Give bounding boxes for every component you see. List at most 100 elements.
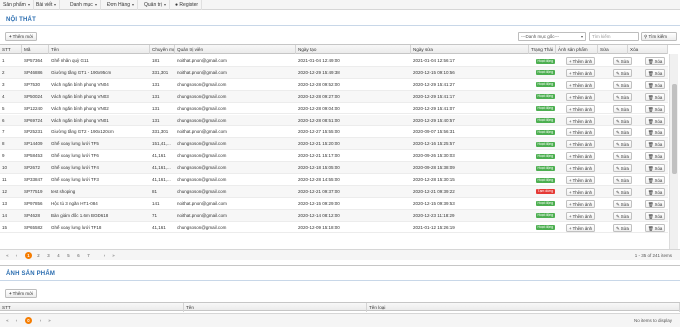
page-number-1[interactable]: 1 (25, 252, 32, 259)
add-image-button[interactable]: +Thêm mới (5, 289, 38, 298)
delete-button[interactable]: 🗑 Xóa (645, 68, 666, 77)
column-header-stt[interactable]: STT (0, 45, 22, 54)
page-number-2[interactable]: 2 (35, 252, 42, 259)
table-row[interactable]: 1 SP57364 Ghế nhân quỳ G11 181 noithat.pnon@… (0, 55, 668, 67)
delete-button[interactable]: 🗑 Xóa (645, 176, 666, 184)
delete-button[interactable]: 🗑 Xóa (645, 140, 666, 149)
edit-button[interactable]: ✎ Sửa (613, 152, 632, 161)
column-header-status[interactable]: Trạng Thái (529, 45, 556, 54)
table-row[interactable]: 2 SP46886 Giường tầng GT1 - 190x95cm 331,30… (0, 66, 668, 79)
delete-button[interactable]: 🗑 Xóa (645, 211, 666, 220)
table-row[interactable]: 5 SP12240 Vách ngăn bình phong VN02 131 chun… (0, 103, 668, 115)
first-page-icon[interactable]: « (4, 317, 11, 324)
delete-button[interactable]: 🗑 Xóa (645, 164, 666, 173)
add-image-button[interactable]: + Thêm ảnh (566, 152, 595, 161)
table-row[interactable]: 3 SP7530 Vách ngăn bình phong VN04 131 chung… (0, 79, 668, 91)
add-image-button[interactable]: + Thêm ảnh (566, 104, 595, 113)
edit-button[interactable]: ✎ Sửa (613, 104, 632, 113)
nav-menu-products[interactable]: Sản phẩm (0, 0, 34, 10)
search-button[interactable]: ⚲ Tìm kiếm (641, 32, 677, 41)
add-image-button[interactable]: + Thêm ảnh (566, 57, 595, 65)
nav-menu-categories[interactable]: Danh mục (67, 0, 101, 10)
edit-button[interactable]: ✎ Sửa (613, 80, 632, 89)
delete-button[interactable]: 🗑 Xóa (645, 92, 666, 101)
table-row[interactable]: 14 SP4628 Bàn giám đốc 1.6m BGĐ618 71 noitha… (0, 209, 668, 222)
edit-button[interactable]: ✎ Sửa (613, 164, 632, 173)
column-header-name[interactable]: Tên (49, 45, 150, 54)
delete-button[interactable]: 🗑 Xóa (645, 80, 666, 89)
vertical-scrollbar[interactable] (669, 54, 678, 254)
table-row[interactable]: 15 SP65582 Ghế xoay lưng lưới TF18 41,161 ch… (0, 222, 668, 234)
column-header-stt[interactable]: STT (0, 303, 184, 312)
add-image-button[interactable]: + Thêm ảnh (566, 68, 595, 77)
add-product-button[interactable]: +Thêm mới (5, 32, 38, 41)
add-image-button[interactable]: + Thêm ảnh (566, 92, 595, 101)
delete-button[interactable]: 🗑 Xóa (645, 116, 666, 125)
category-select[interactable]: ---Danh mục gốc--- (518, 32, 586, 41)
column-header-admin[interactable]: Quản trị viên (175, 45, 296, 54)
add-image-button[interactable]: + Thêm ảnh (566, 140, 595, 149)
edit-button[interactable]: ✎ Sửa (613, 140, 632, 149)
page-number-5[interactable]: 5 (65, 252, 72, 259)
add-image-button[interactable]: + Thêm ảnh (566, 187, 595, 196)
table-row[interactable]: 4 SP50024 Vách ngăn bình phong VN03 131 chun… (0, 90, 668, 103)
last-page-icon[interactable]: » (110, 252, 117, 259)
edit-button[interactable]: ✎ Sửa (613, 223, 632, 232)
page-number-6[interactable]: 6 (75, 252, 82, 259)
column-header-images[interactable]: Ảnh sản phẩm (556, 45, 598, 54)
first-page-icon[interactable]: « (4, 252, 11, 259)
scrollbar-thumb[interactable] (672, 84, 677, 174)
add-image-button[interactable]: + Thêm ảnh (566, 176, 595, 184)
search-input[interactable]: Tìm kiếm (589, 32, 639, 41)
next-page-icon[interactable]: › (37, 317, 44, 324)
next-page-icon[interactable]: › (101, 252, 108, 259)
add-image-button[interactable]: + Thêm ảnh (566, 223, 595, 232)
add-image-button[interactable]: + Thêm ảnh (566, 128, 595, 137)
delete-button[interactable]: 🗑 Xóa (645, 187, 666, 196)
prev-page-icon[interactable]: ‹ (13, 252, 20, 259)
edit-button[interactable]: ✎ Sửa (613, 116, 632, 125)
column-header-type[interactable]: Tên loại (367, 303, 680, 312)
prev-page-icon[interactable]: ‹ (13, 317, 20, 324)
edit-button[interactable]: ✎ Sửa (613, 187, 632, 196)
delete-button[interactable]: 🗑 Xóa (645, 199, 666, 208)
column-header-edit[interactable]: Sửa (598, 45, 628, 54)
column-header-code[interactable]: Mã (22, 45, 49, 54)
page-number-current[interactable]: 0 (25, 317, 32, 324)
page-number-3[interactable]: 3 (45, 252, 52, 259)
nav-menu-posts[interactable]: Bài viết (33, 0, 61, 10)
edit-button[interactable]: ✎ Sửa (613, 211, 632, 220)
column-header-delete[interactable]: Xóa (628, 45, 668, 54)
delete-button[interactable]: 🗑 Xóa (645, 152, 666, 161)
add-image-button[interactable]: + Thêm ảnh (566, 116, 595, 125)
edit-button[interactable]: ✎ Sửa (613, 92, 632, 101)
column-header-category[interactable]: Chuyên mục (150, 45, 175, 54)
table-row[interactable]: 11 SP33847 Ghế xoay lưng lưới TF3 41,161,..… (0, 174, 668, 186)
edit-button[interactable]: ✎ Sửa (613, 57, 632, 65)
edit-button[interactable]: ✎ Sửa (613, 176, 632, 184)
column-header-modified[interactable]: Ngày sửa (411, 45, 529, 54)
column-header-created[interactable]: Ngày tạo (296, 45, 411, 54)
table-row[interactable]: 6 SP69724 Vách ngăn bình phong VN01 131 chun… (0, 114, 668, 127)
table-row[interactable]: 13 SP97856 Hộc tủ 3 ngăn HT1-084 141 noithat… (0, 198, 668, 210)
table-row[interactable]: 9 SP58453 Ghế xoay lưng lưới TF6 41,161 chun… (0, 150, 668, 163)
table-row[interactable]: 8 SP14409 Ghế xoay lưng lưới TF5 151,41,...… (0, 138, 668, 151)
page-number-7[interactable]: 7 (85, 252, 92, 259)
table-row[interactable]: 12 SP77519 test shoping 81 chungsoson@gmail.… (0, 185, 668, 198)
nav-menu-orders[interactable]: Đơn Hàng (104, 0, 139, 10)
add-image-button[interactable]: + Thêm ảnh (566, 211, 595, 220)
add-image-button[interactable]: + Thêm ảnh (566, 164, 595, 173)
delete-button[interactable]: 🗑 Xóa (645, 223, 666, 232)
edit-button[interactable]: ✎ Sửa (613, 68, 632, 77)
column-header-name[interactable]: Tên (184, 303, 367, 312)
add-image-button[interactable]: + Thêm ảnh (566, 199, 595, 208)
table-row[interactable]: 10 SP2672 Ghế xoay lưng lưới TF4 41,161,...… (0, 162, 668, 174)
delete-button[interactable]: 🗑 Xóa (645, 128, 666, 137)
edit-button[interactable]: ✎ Sửa (613, 128, 632, 137)
delete-button[interactable]: 🗑 Xóa (645, 57, 666, 65)
page-number-4[interactable]: 4 (55, 252, 62, 259)
delete-button[interactable]: 🗑 Xóa (645, 104, 666, 113)
table-row[interactable]: 7 SP25231 Giường tầng GT2 - 190x120cm 331,3… (0, 126, 668, 139)
nav-register-link[interactable]: ● Register (172, 0, 203, 10)
edit-button[interactable]: ✎ Sửa (613, 199, 632, 208)
